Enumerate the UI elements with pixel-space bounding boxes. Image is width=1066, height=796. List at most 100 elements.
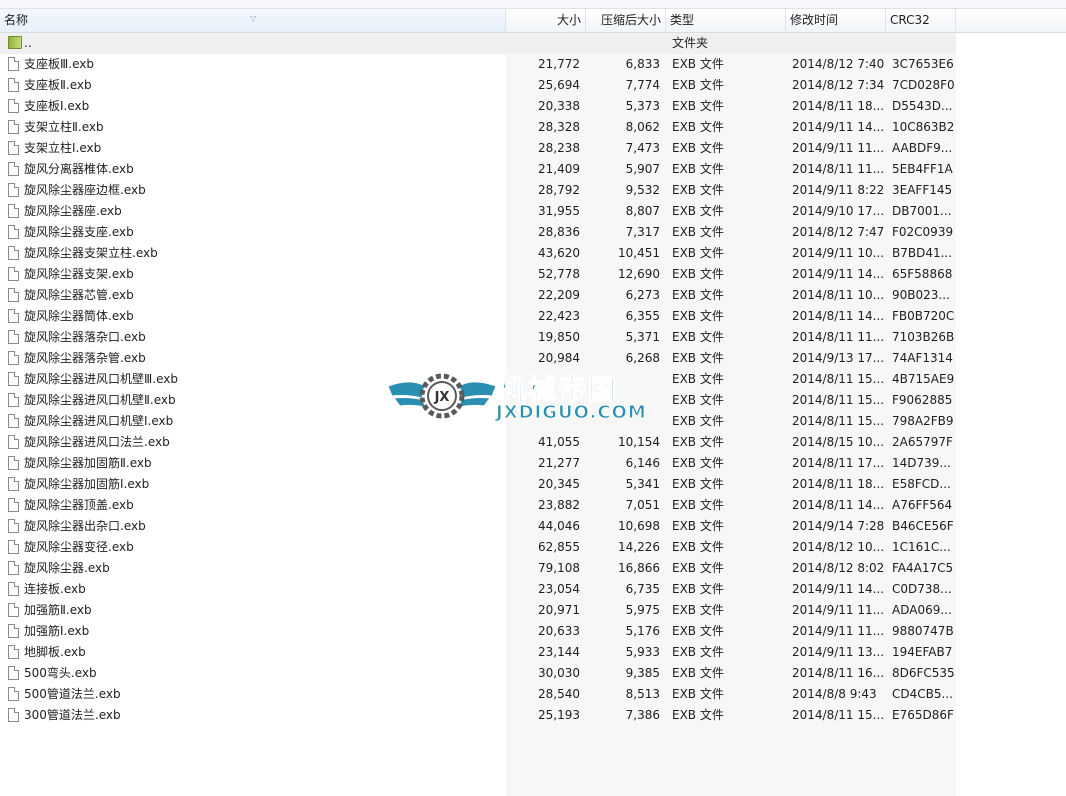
file-icon xyxy=(8,267,19,281)
file-modified: 2014/8/12 7:34 xyxy=(792,78,884,92)
file-icon xyxy=(8,330,19,344)
file-crc: 10C863B2 xyxy=(892,120,955,134)
file-crc: 65F58868 xyxy=(892,267,953,281)
file-row[interactable]: 旋风除尘器加固筋Ⅰ.exb 20,345 5,341 EXB 文件 2014/8/11 … xyxy=(0,474,956,495)
file-row[interactable]: 300管道法兰.exb 25,193 7,386 EXB 文件 2014/8/11 15… xyxy=(0,705,956,726)
file-size: 25,694 xyxy=(538,78,580,92)
watermark-logo: JX 机械帝国 JXDIGUO.COM xyxy=(386,364,686,430)
file-packed-size: 10,451 xyxy=(618,246,660,260)
file-type: 文件夹 xyxy=(672,36,709,50)
file-row[interactable]: 旋风除尘器支架.exb 52,778 12,690 EXB 文件 2014/9/11 1… xyxy=(0,264,956,285)
file-packed-size: 5,371 xyxy=(625,330,660,344)
file-row[interactable]: 旋风除尘器支座.exb 28,836 7,317 EXB 文件 2014/8/12 7:… xyxy=(0,222,956,243)
file-name: 旋风除尘器支座.exb xyxy=(24,225,134,239)
file-type: EXB 文件 xyxy=(672,57,724,71)
file-name: 旋风除尘器进风口法兰.exb xyxy=(24,435,170,449)
file-row[interactable]: 旋风除尘器支架立柱.exb 43,620 10,451 EXB 文件 2014/9/11… xyxy=(0,243,956,264)
file-type: EXB 文件 xyxy=(672,519,724,533)
file-row[interactable]: 500管道法兰.exb 28,540 8,513 EXB 文件 2014/8/8 9:4… xyxy=(0,684,956,705)
file-modified: 2014/8/11 11... xyxy=(792,162,884,176)
file-name: 旋风除尘器座边框.exb xyxy=(24,183,146,197)
file-row[interactable]: 支架立柱Ⅰ.exb 28,238 7,473 EXB 文件 2014/9/11 11..… xyxy=(0,138,956,159)
file-type: EXB 文件 xyxy=(672,540,724,554)
file-modified: 2014/8/12 8:02 xyxy=(792,561,884,575)
file-size: 21,277 xyxy=(538,456,580,470)
file-icon xyxy=(8,372,19,386)
file-modified: 2014/9/11 11... xyxy=(792,624,884,638)
file-modified: 2014/9/11 13... xyxy=(792,645,884,659)
file-size: 19,850 xyxy=(538,330,580,344)
column-header-name[interactable]: 名称 ▽ xyxy=(0,9,506,32)
file-icon xyxy=(8,708,19,722)
file-packed-size: 8,062 xyxy=(625,120,660,134)
file-type: EXB 文件 xyxy=(672,183,724,197)
file-type: EXB 文件 xyxy=(672,309,724,323)
file-icon xyxy=(8,120,19,134)
file-row[interactable]: 地脚板.exb 23,144 5,933 EXB 文件 2014/9/11 13... 1… xyxy=(0,642,956,663)
file-row[interactable]: 旋风除尘器芯管.exb 22,209 6,273 EXB 文件 2014/8/11 10… xyxy=(0,285,956,306)
file-row[interactable]: 支座板Ⅲ.exb 21,772 6,833 EXB 文件 2014/8/12 7:40 3… xyxy=(0,54,956,75)
file-packed-size: 9,385 xyxy=(625,666,660,680)
file-size: 21,409 xyxy=(538,162,580,176)
file-packed-size: 7,774 xyxy=(625,78,660,92)
file-row[interactable]: 加强筋Ⅱ.exb 20,971 5,975 EXB 文件 2014/9/11 11...… xyxy=(0,600,956,621)
file-icon xyxy=(8,183,19,197)
file-icon xyxy=(8,603,19,617)
file-type: EXB 文件 xyxy=(672,687,724,701)
file-icon xyxy=(8,435,19,449)
file-icon xyxy=(8,624,19,638)
file-modified: 2014/9/11 11... xyxy=(792,603,884,617)
column-header-modified[interactable]: 修改时间 xyxy=(786,9,886,32)
column-header-size[interactable]: 大小 xyxy=(506,9,586,32)
file-type: EXB 文件 xyxy=(672,645,724,659)
file-icon xyxy=(8,225,19,239)
file-row[interactable]: 支架立柱Ⅱ.exb 28,328 8,062 EXB 文件 2014/9/11 14..… xyxy=(0,117,956,138)
column-header-packed[interactable]: 压缩后大小 xyxy=(586,9,666,32)
sort-arrow-icon: ▽ xyxy=(250,14,257,23)
file-row[interactable]: 旋风除尘器变径.exb 62,855 14,226 EXB 文件 2014/8/12 1… xyxy=(0,537,956,558)
file-row[interactable]: 旋风除尘器进风口法兰.exb 41,055 10,154 EXB 文件 2014/8/1… xyxy=(0,432,956,453)
file-row[interactable]: 支座板Ⅱ.exb 25,694 7,774 EXB 文件 2014/8/12 7:34 7… xyxy=(0,75,956,96)
file-icon xyxy=(8,477,19,491)
file-type: EXB 文件 xyxy=(672,393,724,407)
file-row[interactable]: 旋风除尘器座边框.exb 28,792 9,532 EXB 文件 2014/9/11 8… xyxy=(0,180,956,201)
column-header-crc[interactable]: CRC32 xyxy=(886,9,956,32)
file-packed-size: 5,975 xyxy=(625,603,660,617)
file-row[interactable]: 旋风除尘器.exb 79,108 16,866 EXB 文件 2014/8/12 8:0… xyxy=(0,558,956,579)
file-modified: 2014/9/13 17... xyxy=(792,351,884,365)
file-row[interactable]: 连接板.exb 23,054 6,735 EXB 文件 2014/9/11 14... C… xyxy=(0,579,956,600)
file-row[interactable]: 支座板Ⅰ.exb 20,338 5,373 EXB 文件 2014/8/11 18...… xyxy=(0,96,956,117)
file-row[interactable]: 旋风除尘器座.exb 31,955 8,807 EXB 文件 2014/9/10 17.… xyxy=(0,201,956,222)
file-crc: 1C161C... xyxy=(892,540,951,554)
column-header-type[interactable]: 类型 xyxy=(666,9,786,32)
file-packed-size: 5,933 xyxy=(625,645,660,659)
file-modified: 2014/8/11 14... xyxy=(792,309,884,323)
file-row[interactable]: 旋风除尘器筒体.exb 22,423 6,355 EXB 文件 2014/8/11 14… xyxy=(0,306,956,327)
file-icon xyxy=(8,57,19,71)
file-size: 28,540 xyxy=(538,687,580,701)
file-row[interactable]: 旋风分离器椎体.exb 21,409 5,907 EXB 文件 2014/8/11 11… xyxy=(0,159,956,180)
file-icon xyxy=(8,246,19,260)
file-row[interactable]: 500弯头.exb 30,030 9,385 EXB 文件 2014/8/11 16..… xyxy=(0,663,956,684)
file-icon xyxy=(8,162,19,176)
file-packed-size: 9,532 xyxy=(625,183,660,197)
file-icon xyxy=(8,288,19,302)
file-row[interactable]: 旋风除尘器顶盖.exb 23,882 7,051 EXB 文件 2014/8/11 14… xyxy=(0,495,956,516)
file-name: 旋风除尘器变径.exb xyxy=(24,540,134,554)
file-modified: 2014/9/14 7:28 xyxy=(792,519,884,533)
file-crc: C0D738... xyxy=(892,582,952,596)
parent-folder-row[interactable]: .. 文件夹 xyxy=(0,33,956,54)
file-crc: 90B023... xyxy=(892,288,950,302)
file-type: EXB 文件 xyxy=(672,414,724,428)
file-size: 31,955 xyxy=(538,204,580,218)
file-row[interactable]: 加强筋Ⅰ.exb 20,633 5,176 EXB 文件 2014/9/11 11...… xyxy=(0,621,956,642)
file-name: 支架立柱Ⅱ.exb xyxy=(24,120,104,134)
file-row[interactable]: 旋风除尘器出杂口.exb 44,046 10,698 EXB 文件 2014/9/14 … xyxy=(0,516,956,537)
file-row[interactable]: 旋风除尘器加固筋Ⅱ.exb 21,277 6,146 EXB 文件 2014/8/11 … xyxy=(0,453,956,474)
file-row[interactable]: 旋风除尘器落杂口.exb 19,850 5,371 EXB 文件 2014/8/11 1… xyxy=(0,327,956,348)
file-crc: 5EB4FF1A xyxy=(892,162,953,176)
file-modified: 2014/8/11 10... xyxy=(792,288,884,302)
file-modified: 2014/8/12 7:47 xyxy=(792,225,884,239)
file-modified: 2014/8/12 7:40 xyxy=(792,57,884,71)
file-name: 旋风除尘器落杂口.exb xyxy=(24,330,146,344)
